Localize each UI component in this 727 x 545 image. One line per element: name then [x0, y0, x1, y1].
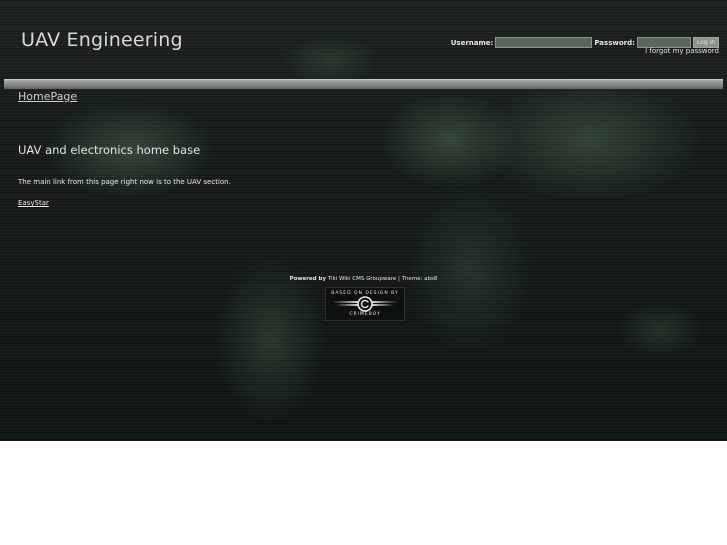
page-heading: UAV and electronics home base: [18, 143, 201, 157]
design-credit-badge[interactable]: BASED ON DESIGN BY CRIMEBOY: [325, 287, 405, 321]
page-background: UAV Engineering Username: Password: Log …: [0, 0, 727, 441]
winged-logo-icon: [332, 296, 398, 312]
password-label: Password:: [594, 38, 635, 47]
powered-by-text[interactable]: Tiki Wiki CMS Groupware | Theme: abs8: [328, 276, 438, 282]
content-paragraph: The main link from this page right now i…: [18, 178, 231, 186]
easystar-link[interactable]: EasyStar: [18, 199, 49, 207]
forgot-password-link[interactable]: I forgot my password: [645, 47, 719, 55]
top-navigation-bar: [4, 79, 723, 89]
site-title: UAV Engineering: [21, 29, 183, 51]
homepage-link[interactable]: HomePage: [18, 90, 77, 103]
username-input[interactable]: [495, 37, 593, 48]
scanline-overlay: [0, 0, 727, 441]
powered-by-footer: Powered by Tiki Wiki CMS Groupware | The…: [0, 276, 727, 282]
badge-bottom-text: CRIMEBOY: [349, 312, 381, 317]
powered-by-label: Powered by: [289, 276, 327, 282]
username-label: Username:: [450, 38, 494, 47]
